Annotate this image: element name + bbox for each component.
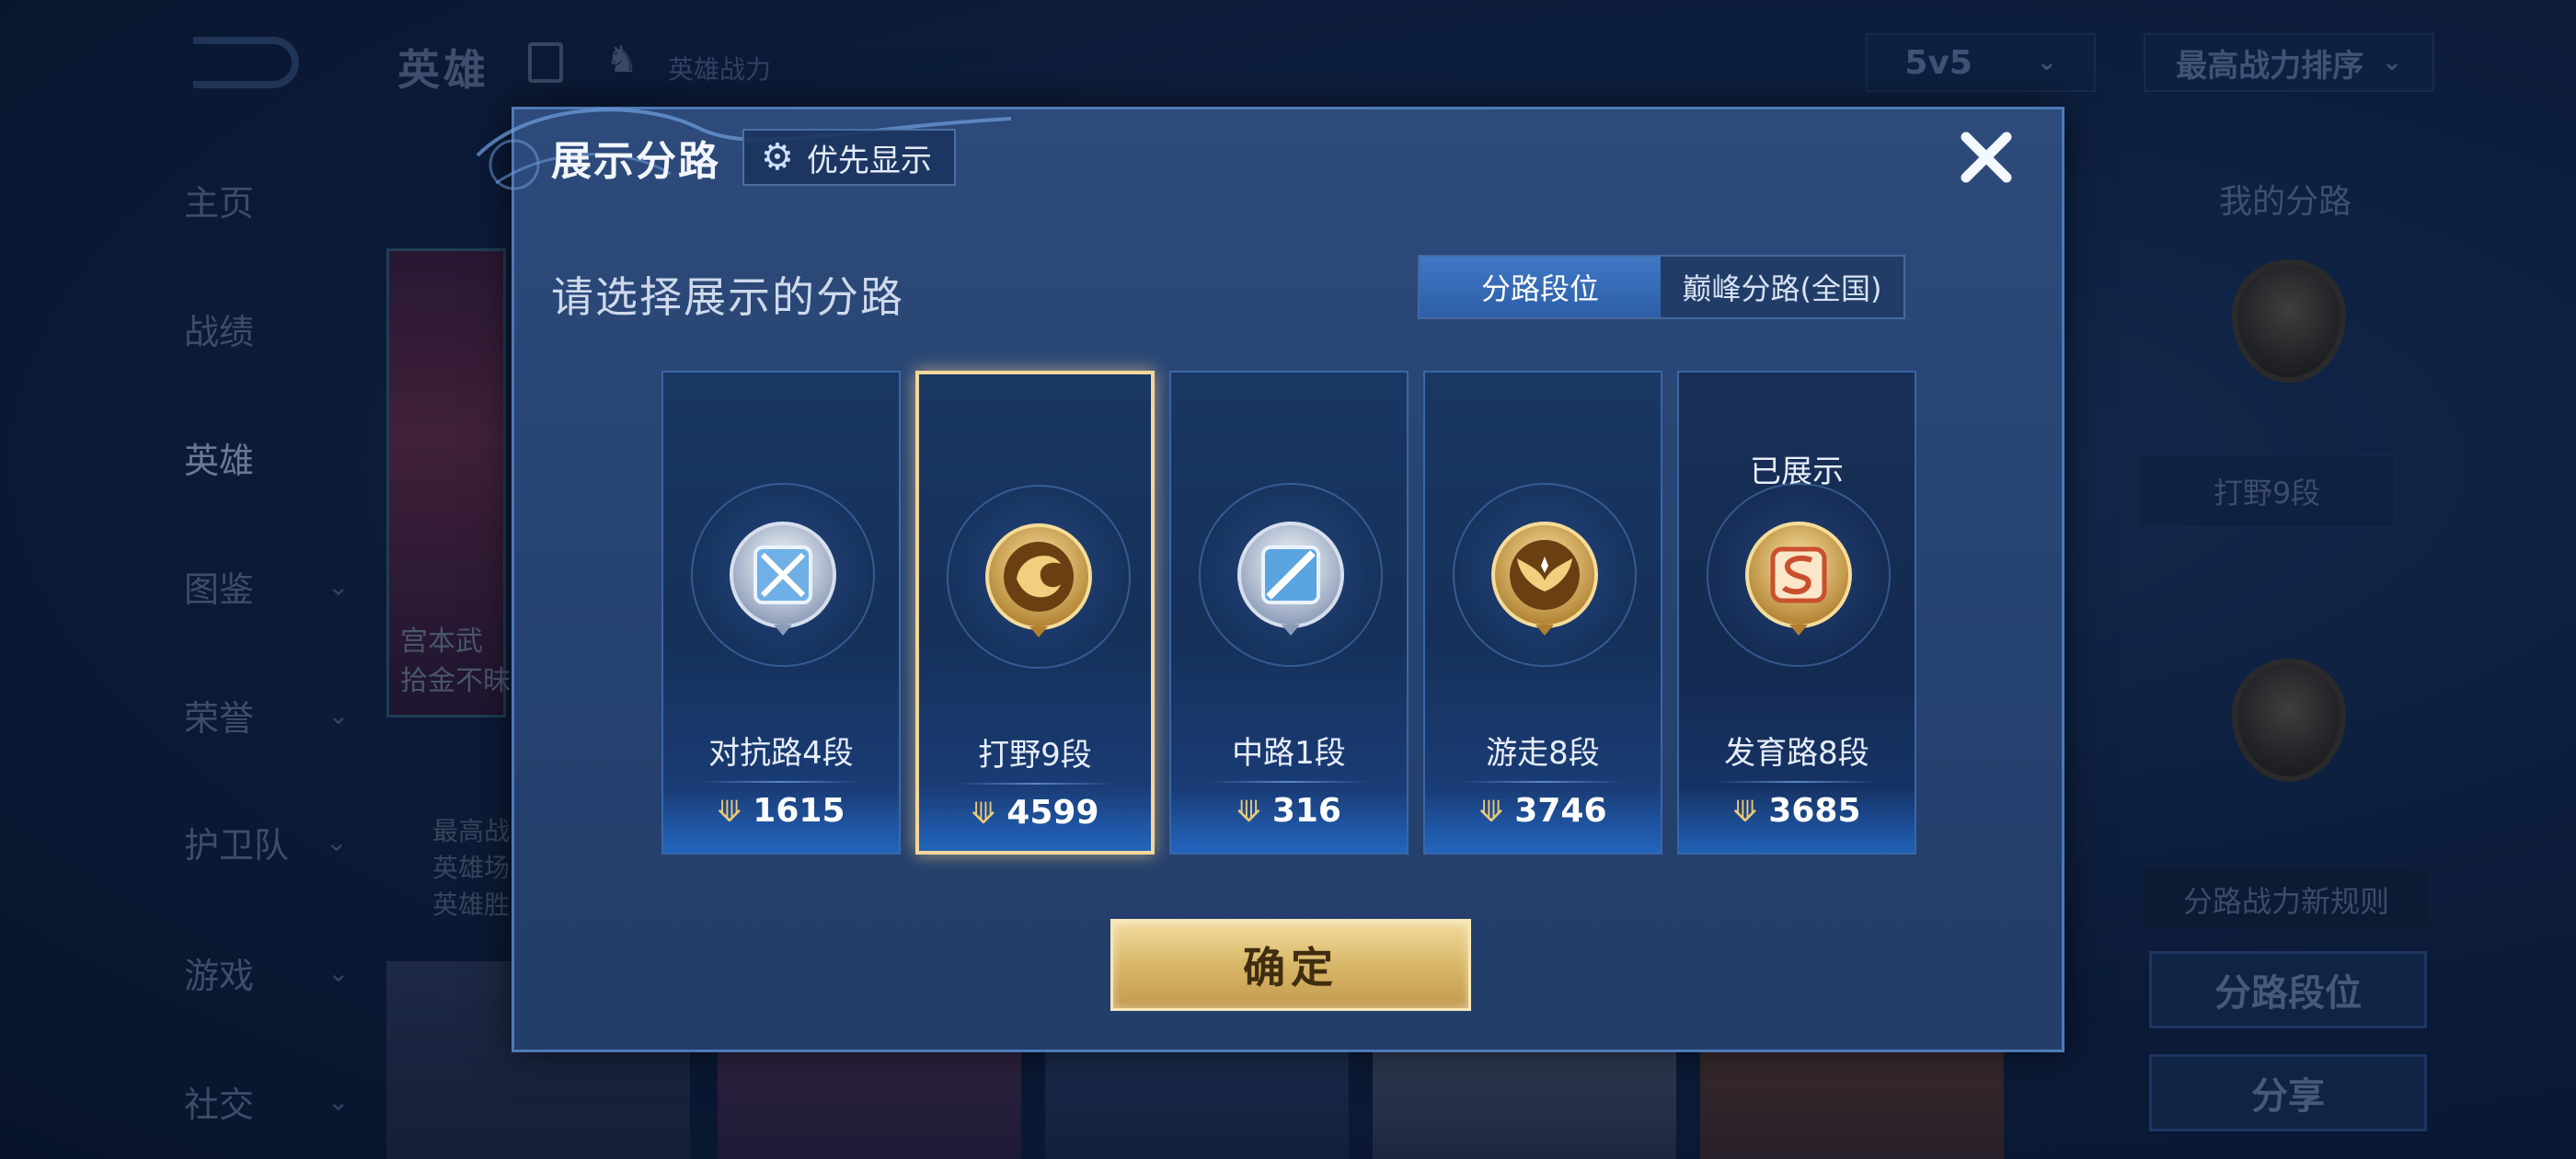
lane-name: 中路1段 — [1232, 735, 1346, 772]
power-icon: ⟱ — [717, 793, 742, 829]
close-icon — [1961, 132, 2012, 183]
lane-card-list: 对抗路4段 ⟱ 1615 打野9段 ⟱ 4599 中路1段 ⟱ 316 游走8段… — [661, 371, 1931, 855]
lane-score: ⟱ 1615 — [663, 792, 899, 830]
lane-score-value: 3685 — [1768, 792, 1861, 830]
lane-card-top[interactable]: 对抗路4段 ⟱ 1615 — [661, 371, 901, 855]
lane-score-value: 316 — [1271, 792, 1341, 830]
lane-card-bot[interactable]: 已展示 发育路8段 ⟱ 3685 — [1677, 371, 1916, 855]
dialog-title: 展示分路 — [551, 138, 720, 185]
lane-name: 打野9段 — [978, 737, 1092, 774]
lane-display-dialog: 展示分路 ⚙ 优先显示 请选择展示的分路 分路段位 巅峰分路(全国) 对抗路4段 — [476, 107, 2064, 1052]
close-button[interactable] — [1951, 122, 2021, 192]
wand-icon — [1237, 522, 1344, 636]
sword-shield-icon — [730, 522, 836, 636]
tab-peak-lane[interactable]: 巅峰分路(全国) — [1661, 257, 1903, 317]
lane-card-jungle[interactable]: 打野9段 ⟱ 4599 — [915, 371, 1155, 855]
lane-name: 对抗路4段 — [708, 735, 854, 772]
lane-score: ⟱ 4599 — [919, 794, 1151, 832]
lane-score-value: 1615 — [753, 792, 845, 830]
dialog-subtitle: 请选择展示的分路 — [551, 272, 904, 322]
lane-score: ⟱ 3746 — [1425, 792, 1661, 830]
wings-icon — [1491, 522, 1598, 636]
divider — [700, 781, 862, 783]
lane-card-roam[interactable]: 游走8段 ⟱ 3746 — [1423, 371, 1662, 855]
lane-tabs: 分路段位 巅峰分路(全国) — [1418, 255, 1905, 319]
priority-display-button[interactable]: ⚙ 优先显示 — [742, 129, 956, 186]
lane-score: ⟱ 3685 — [1679, 792, 1915, 830]
lane-score-value: 4599 — [1006, 794, 1099, 832]
power-icon: ⟱ — [1236, 793, 1261, 829]
power-icon: ⟱ — [971, 795, 996, 831]
divider — [1462, 781, 1624, 783]
lane-score: ⟱ 316 — [1171, 792, 1407, 830]
gear-icon: ⚙ — [761, 136, 794, 178]
marksman-icon — [1745, 522, 1852, 636]
dragon-icon — [985, 523, 1092, 637]
confirm-button[interactable]: 确定 — [1110, 919, 1471, 1011]
divider — [956, 783, 1114, 785]
priority-display-label: 优先显示 — [806, 142, 932, 179]
lane-name: 发育路8段 — [1724, 735, 1869, 772]
divider — [1208, 781, 1370, 783]
power-icon: ⟱ — [1478, 793, 1504, 829]
divider — [1716, 781, 1878, 783]
lane-score-value: 3746 — [1514, 792, 1607, 830]
lane-name: 游走8段 — [1486, 735, 1600, 772]
dialog-header: 展示分路 ⚙ 优先显示 — [551, 128, 956, 187]
lane-card-mid[interactable]: 中路1段 ⟱ 316 — [1169, 371, 1409, 855]
tab-lane-rank[interactable]: 分路段位 — [1420, 257, 1661, 317]
power-icon: ⟱ — [1732, 793, 1758, 829]
